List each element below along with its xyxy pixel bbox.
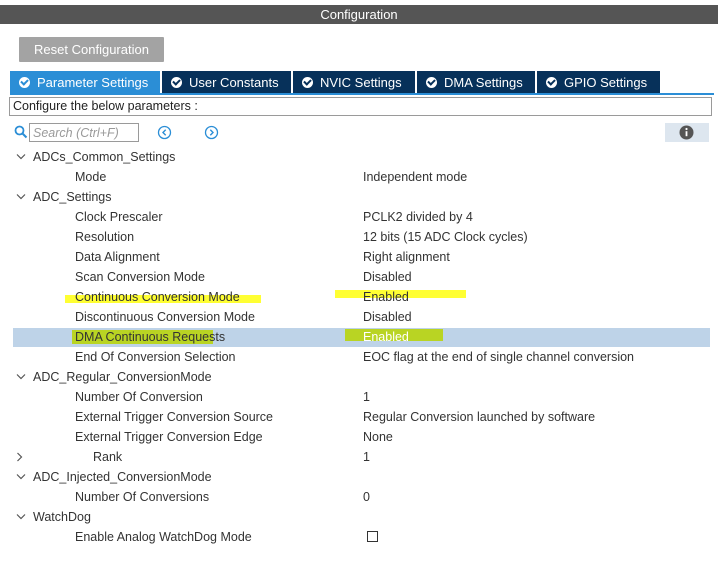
chevron-right-icon[interactable]	[16, 452, 24, 462]
chevron-down-icon[interactable]	[16, 513, 26, 521]
tree-group-adcs-common-settings[interactable]: ADCs_Common_Settings	[0, 147, 722, 167]
param-value[interactable]: 12 bits (15 ADC Clock cycles)	[363, 227, 528, 247]
chevron-down-icon[interactable]	[16, 193, 26, 201]
tree-group-adc-settings[interactable]: ADC_Settings	[0, 187, 722, 207]
param-value[interactable]: Enabled	[363, 287, 409, 307]
check-circle-icon	[546, 76, 557, 88]
param-value[interactable]: None	[363, 427, 393, 447]
param-row[interactable]: Enable Analog WatchDog Mode	[0, 527, 722, 547]
tab-label: Parameter Settings	[37, 74, 149, 90]
param-label: Mode	[75, 170, 107, 184]
param-value[interactable]: Enabled	[363, 327, 409, 347]
param-row[interactable]: Number Of Conversions 0	[0, 487, 722, 507]
group-label: ADCs_Common_Settings	[33, 150, 176, 164]
param-label: Clock Prescaler	[75, 210, 163, 224]
chevron-down-icon[interactable]	[16, 373, 26, 381]
param-row[interactable]: Discontinuous Conversion Mode Disabled	[0, 307, 722, 327]
param-row-highlighted[interactable]: Continuous Conversion Mode Enabled	[0, 287, 722, 307]
settings-tabs: Parameter Settings User Constants NVIC S…	[10, 71, 660, 93]
tab-dma-settings[interactable]: DMA Settings	[417, 71, 535, 93]
config-hint: Configure the below parameters :	[9, 97, 712, 116]
check-circle-icon	[426, 76, 437, 88]
param-label: Data Alignment	[75, 250, 160, 264]
info-button[interactable]	[665, 123, 709, 142]
param-label: DMA Continuous Requests	[75, 330, 226, 344]
group-label: ADC_Injected_ConversionMode	[33, 470, 212, 484]
param-row[interactable]: Data Alignment Right alignment	[0, 247, 722, 267]
param-label: Number Of Conversions	[75, 490, 210, 504]
window-title: Configuration	[0, 5, 718, 24]
param-label: Resolution	[75, 230, 135, 244]
param-row-selected[interactable]: DMA Continuous Requests Enabled	[0, 327, 722, 347]
tab-label: DMA Settings	[444, 74, 523, 90]
tab-nvic-settings[interactable]: NVIC Settings	[293, 71, 415, 93]
param-label: Enable Analog WatchDog Mode	[75, 530, 252, 544]
param-label: Scan Conversion Mode	[75, 270, 205, 284]
param-row[interactable]: Resolution 12 bits (15 ADC Clock cycles)	[0, 227, 722, 247]
tab-underline	[10, 93, 714, 95]
tab-label: GPIO Settings	[564, 74, 648, 90]
param-value[interactable]: Disabled	[363, 267, 412, 287]
reset-configuration-button[interactable]: Reset Configuration	[19, 37, 164, 62]
param-row[interactable]: Number Of Conversion 1	[0, 387, 722, 407]
param-row[interactable]: Clock Prescaler PCLK2 divided by 4	[0, 207, 722, 227]
group-label: WatchDog	[33, 510, 91, 524]
check-circle-icon	[19, 76, 30, 88]
group-label: ADC_Regular_ConversionMode	[33, 370, 212, 384]
tree-group-adc-injected-conversionmode[interactable]: ADC_Injected_ConversionMode	[0, 467, 722, 487]
info-icon	[679, 125, 694, 140]
param-value[interactable]: PCLK2 divided by 4	[363, 207, 473, 227]
param-value[interactable]: 1	[363, 387, 370, 407]
circle-chevron-right-icon[interactable]	[204, 125, 219, 140]
tab-parameter-settings[interactable]: Parameter Settings	[10, 71, 160, 93]
chevron-down-icon[interactable]	[16, 473, 26, 481]
param-row[interactable]: End Of Conversion Selection EOC flag at …	[0, 347, 722, 367]
param-label: Continuous Conversion Mode	[75, 290, 240, 304]
parameter-tree: ADCs_Common_Settings Mode Independent mo…	[0, 147, 722, 547]
search-icon	[14, 125, 28, 139]
param-value[interactable]: Independent mode	[363, 167, 467, 187]
param-row[interactable]: Scan Conversion Mode Disabled	[0, 267, 722, 287]
check-circle-icon	[171, 76, 182, 88]
param-row[interactable]: Mode Independent mode	[0, 167, 722, 187]
circle-chevron-left-icon[interactable]	[157, 125, 172, 140]
group-label: ADC_Settings	[33, 190, 112, 204]
tree-group-adc-regular-conversionmode[interactable]: ADC_Regular_ConversionMode	[0, 367, 722, 387]
chevron-down-icon[interactable]	[16, 153, 26, 161]
param-value[interactable]: Right alignment	[363, 247, 450, 267]
param-label: Discontinuous Conversion Mode	[75, 310, 255, 324]
subgroup-value[interactable]: 1	[363, 447, 370, 467]
param-label: External Trigger Conversion Edge	[75, 430, 263, 444]
tab-gpio-settings[interactable]: GPIO Settings	[537, 71, 660, 93]
tab-user-constants[interactable]: User Constants	[162, 71, 291, 93]
param-value[interactable]: Regular Conversion launched by software	[363, 407, 595, 427]
check-circle-icon	[302, 76, 313, 88]
param-row[interactable]: External Trigger Conversion Edge None	[0, 427, 722, 447]
param-label: End Of Conversion Selection	[75, 350, 236, 364]
subgroup-label: Rank	[93, 450, 123, 464]
param-row[interactable]: External Trigger Conversion Source Regul…	[0, 407, 722, 427]
tree-subgroup-rank[interactable]: Rank 1	[0, 447, 722, 467]
param-label: Number Of Conversion	[75, 390, 203, 404]
tab-label: User Constants	[189, 74, 279, 90]
param-value[interactable]: 0	[363, 487, 370, 507]
param-label: External Trigger Conversion Source	[75, 410, 274, 424]
param-value[interactable]: EOC flag at the end of single channel co…	[363, 347, 634, 367]
tab-label: NVIC Settings	[320, 74, 402, 90]
param-value[interactable]: Disabled	[363, 307, 412, 327]
tree-group-watchdog[interactable]: WatchDog	[0, 507, 722, 527]
search-input[interactable]	[29, 123, 139, 142]
watchdog-checkbox[interactable]	[367, 531, 378, 542]
